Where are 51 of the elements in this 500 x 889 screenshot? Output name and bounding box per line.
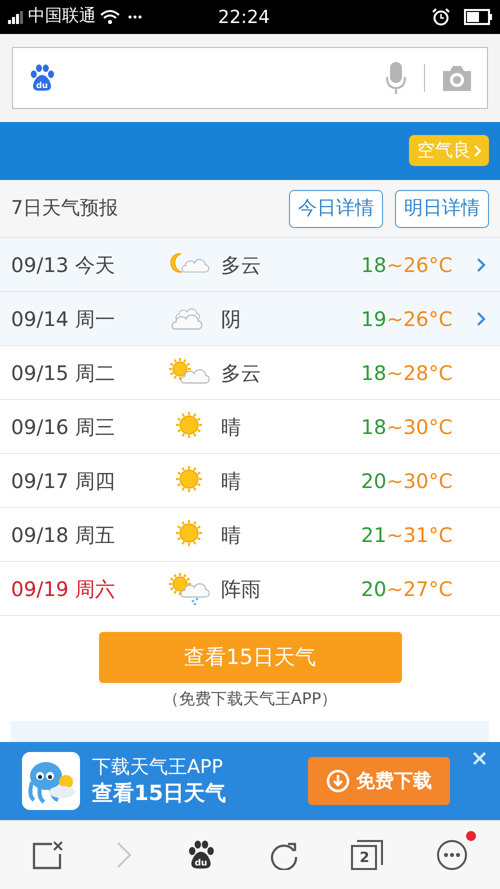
close-page-icon[interactable] [32,840,64,870]
temperature-range: 19~26°C [361,306,451,332]
chevron-right-icon[interactable] [476,310,486,326]
date-text: 09/16 周三 [11,414,116,440]
download-note: （免费下载天气王APP） [162,688,338,710]
battery-icon [464,9,492,25]
search-field[interactable]: du [12,47,488,109]
clock-time: 22:24 [218,6,270,30]
forecast-title: 7日天气预报 [11,196,118,222]
temperature-range: 21~31°C [361,522,451,548]
date-text: 09/13 今天 [11,252,116,278]
condition-text: 阴 [221,306,242,332]
camera-icon[interactable] [441,64,473,92]
condition-text: 晴 [221,468,242,494]
forecast-row[interactable]: 09/13 今天 多云 18~26°C [0,238,500,292]
condition-text: 多云 [221,252,262,278]
refresh-icon[interactable] [269,840,300,870]
wifi-icon [100,9,120,25]
chevron-right-icon [474,144,481,156]
microphone-icon[interactable] [384,61,408,95]
date-text: 09/18 周五 [11,522,116,548]
date-text: 09/17 周四 [11,468,116,494]
date-text: 09/19 周六 [11,576,116,602]
banner-title: 查看15日天气 [92,780,226,807]
menu-icon[interactable] [436,839,468,871]
details-button[interactable]: 明日详情 [395,190,489,228]
condition-text: 晴 [221,522,242,548]
condition-text: 晴 [221,414,242,440]
tab-count: 2 [360,850,370,864]
download-icon [326,769,350,793]
sun-rain-icon [167,572,211,606]
temperature-range: 20~27°C [361,576,451,602]
free-download-button[interactable]: 免费下载 [308,757,450,805]
temperature-range: 18~28°C [361,360,451,386]
close-icon[interactable] [473,752,486,765]
condition-text: 阵雨 [221,576,262,602]
temperature-range: 18~30°C [361,414,451,440]
temperature-range: 20~30°C [361,468,451,494]
banner-subtitle: 下载天气王APP [92,755,224,779]
forecast-row[interactable]: 09/14 周一 阴 19~26°C [0,292,500,346]
details-button[interactable]: 今日详情 [289,190,383,228]
signal-icon [8,10,24,24]
date-text: 09/15 周二 [11,360,116,386]
app-icon[interactable] [22,752,80,810]
carrier-name: 中国联通 [28,5,96,28]
condition-text: 多云 [221,360,262,386]
date-text: 09/14 周一 [11,306,116,332]
temperature-range: 18~26°C [361,252,451,278]
more-icon [128,15,142,19]
chevron-right-icon[interactable] [476,256,486,272]
alarm-icon [432,8,450,26]
